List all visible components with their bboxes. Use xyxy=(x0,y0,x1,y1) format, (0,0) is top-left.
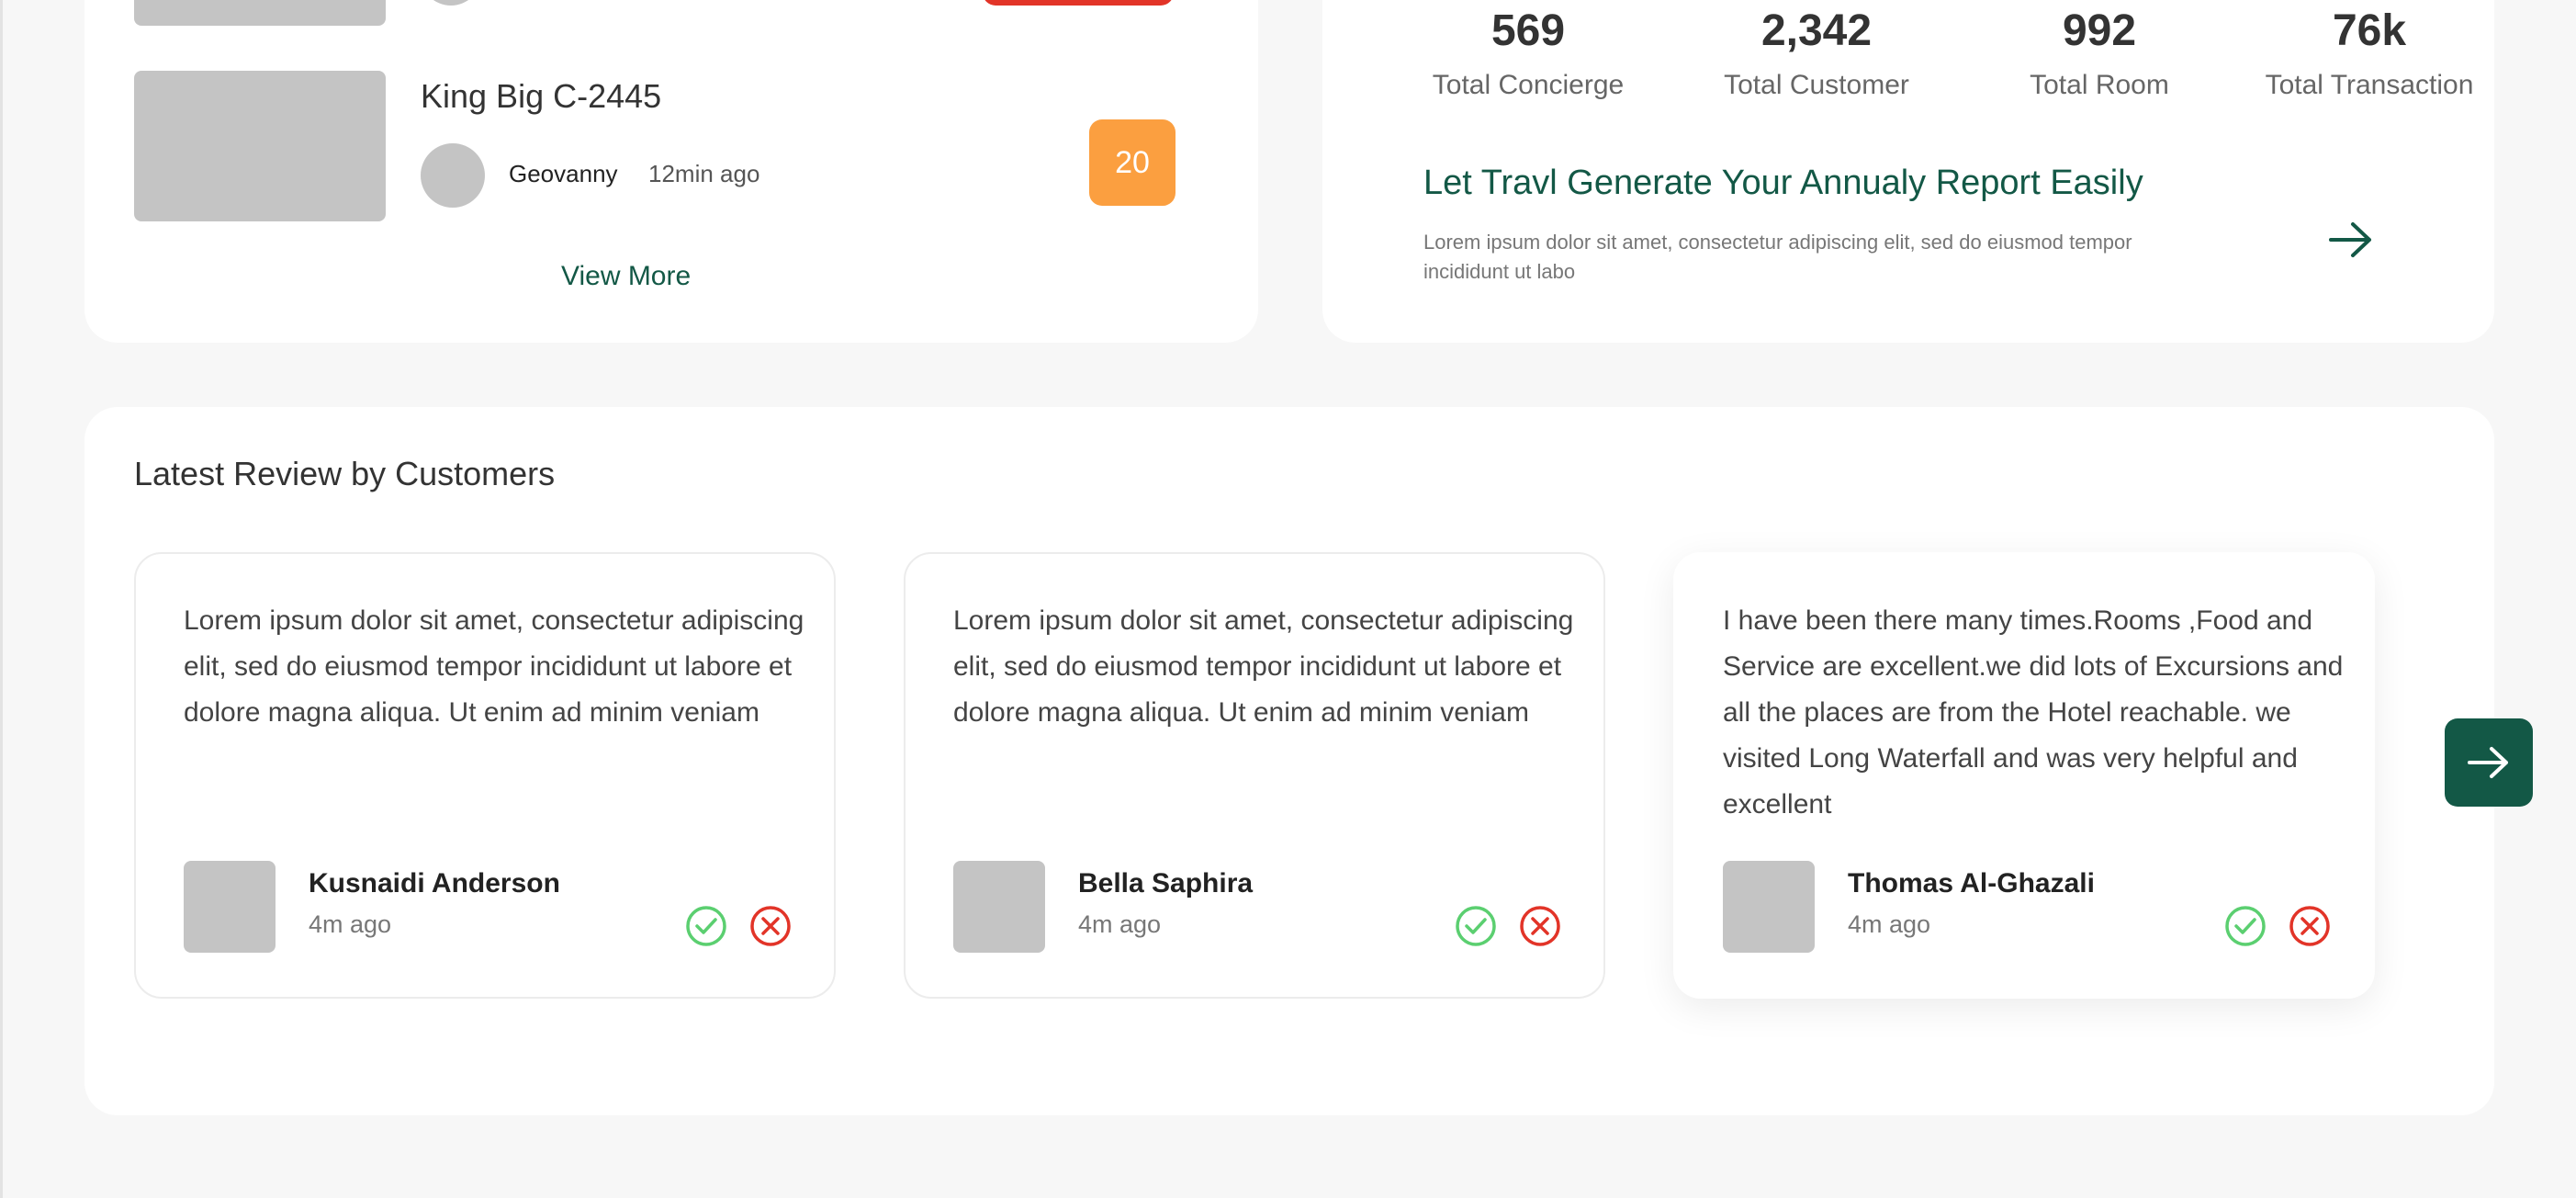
report-title[interactable]: Let Travl Generate Your Annualy Report E… xyxy=(1423,164,2143,203)
latest-reviews-card: Latest Review by Customers Lorem ipsum d… xyxy=(84,407,2494,1115)
stat-label: Total Concierge xyxy=(1432,70,1625,100)
check-circle-icon[interactable] xyxy=(685,905,727,947)
view-more-link[interactable]: View More xyxy=(561,261,691,292)
guest-avatar xyxy=(421,0,481,6)
stat-value: 992 xyxy=(2062,6,2137,55)
sidebar-edge xyxy=(0,0,3,1198)
section-title: Latest Review by Customers xyxy=(134,455,556,492)
stat-total-room: 992 Total Room xyxy=(1962,4,2237,101)
arrow-right-icon xyxy=(2468,747,2508,778)
booking-list-card: King Big C-2445 Geovanny 12min ago 20 Vi… xyxy=(84,0,1258,343)
reviewer-avatar xyxy=(1723,861,1815,953)
review-card: Lorem ipsum dolor sit amet, consectetur … xyxy=(904,552,1605,999)
booking-status-badge xyxy=(983,0,1174,6)
stat-value: 76k xyxy=(2332,6,2407,55)
booking-count-badge: 20 xyxy=(1089,119,1176,206)
guest-name: Geovanny xyxy=(509,160,618,187)
check-circle-icon[interactable] xyxy=(2224,905,2267,947)
review-time: 4m ago xyxy=(309,910,392,938)
x-circle-icon[interactable] xyxy=(1519,905,1561,947)
review-text: I have been there many times.Rooms ,Food… xyxy=(1723,605,2344,819)
stat-label: Total Customer xyxy=(1724,70,1909,100)
stat-total-customer: 2,342 Total Customer xyxy=(1679,4,1954,101)
x-circle-icon[interactable] xyxy=(2289,905,2331,947)
review-time: 4m ago xyxy=(1848,910,1931,938)
stat-label: Total Room xyxy=(2030,70,2169,100)
booking-thumbnail xyxy=(134,71,386,221)
stat-label: Total Transaction xyxy=(2265,70,2474,100)
review-card: Lorem ipsum dolor sit amet, consectetur … xyxy=(134,552,836,999)
reviewer-name: Thomas Al-Ghazali xyxy=(1848,868,2095,898)
stat-total-concierge: 569 Total Concierge xyxy=(1390,4,1666,101)
stat-total-transaction: 76k Total Transaction xyxy=(2232,4,2507,101)
room-title[interactable]: King Big C-2445 xyxy=(421,77,661,116)
reviewer-name: Bella Saphira xyxy=(1078,868,1254,898)
review-card: I have been there many times.Rooms ,Food… xyxy=(1673,552,2375,999)
reviewer-avatar xyxy=(953,861,1045,953)
report-description: Lorem ipsum dolor sit amet, consectetur … xyxy=(1423,231,2132,283)
review-text: Lorem ipsum dolor sit amet, consectetur … xyxy=(184,605,804,728)
review-text: Lorem ipsum dolor sit amet, consectetur … xyxy=(953,605,1574,728)
booking-time: 12min ago xyxy=(648,160,760,187)
next-review-button[interactable] xyxy=(2445,718,2533,807)
arrow-right-icon[interactable] xyxy=(2325,219,2377,261)
x-circle-icon[interactable] xyxy=(749,905,792,947)
stat-value: 2,342 xyxy=(1760,6,1873,55)
booking-thumbnail xyxy=(134,0,386,26)
check-circle-icon[interactable] xyxy=(1455,905,1497,947)
dashboard-page: King Big C-2445 Geovanny 12min ago 20 Vi… xyxy=(0,0,2576,1198)
stats-card: 569 Total Concierge 2,342 Total Customer… xyxy=(1322,0,2494,343)
review-time: 4m ago xyxy=(1078,910,1162,938)
reviewer-avatar xyxy=(184,861,276,953)
stat-value: 569 xyxy=(1490,6,1566,55)
guest-avatar xyxy=(421,143,485,208)
reviewer-name: Kusnaidi Anderson xyxy=(309,868,560,898)
